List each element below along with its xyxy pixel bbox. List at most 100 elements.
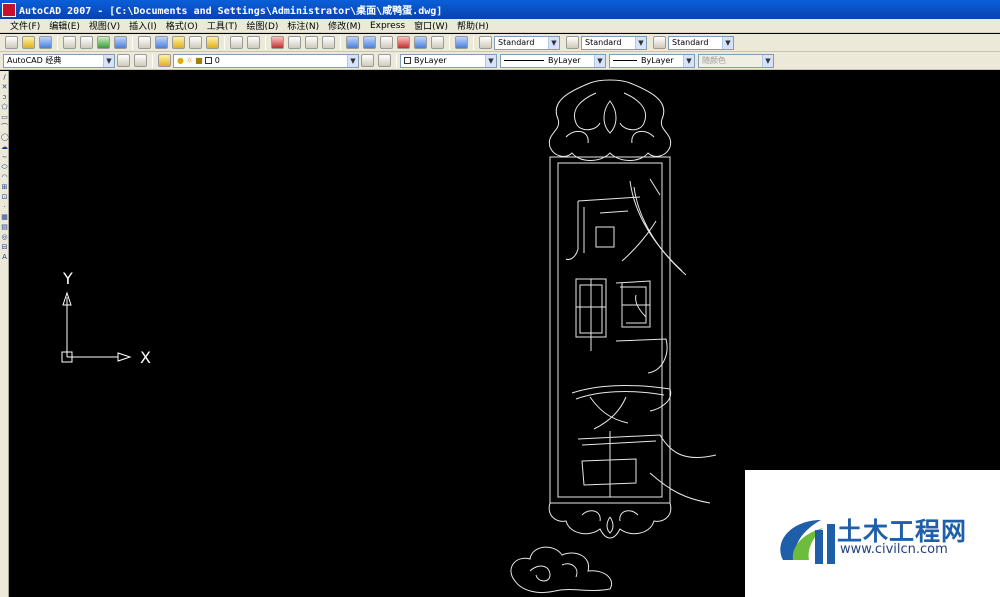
make-object-layer-current-icon[interactable] (361, 54, 374, 67)
plot-icon[interactable] (63, 36, 76, 49)
standard-toolbar: Standard ▼ Standard ▼ Standard ▼ (0, 34, 1000, 52)
ucs-y-label: Y (62, 269, 73, 288)
publish-icon[interactable] (97, 36, 110, 49)
civilcn-watermark: 土木工程网 www.civilcn.com (745, 470, 1000, 597)
tool-palettes-icon[interactable] (380, 36, 393, 49)
plot-style-value: 随颜色 (702, 56, 726, 65)
menu-insert[interactable]: 插入(I) (129, 19, 157, 32)
text-style-select[interactable]: Standard ▼ (494, 35, 560, 50)
sheet-set-icon[interactable] (397, 36, 410, 49)
zoom-previous-icon[interactable] (322, 36, 335, 49)
hatch-icon[interactable]: ▦ (1, 214, 8, 221)
text-style-icon[interactable] (479, 36, 492, 49)
dim-style-value: Standard (585, 38, 622, 47)
line-icon[interactable]: / (1, 74, 8, 81)
menu-format[interactable]: 格式(O) (166, 19, 198, 32)
text-style-value: Standard (498, 38, 535, 47)
table-style-value: Standard (672, 38, 709, 47)
menu-dimension[interactable]: 标注(N) (287, 19, 319, 32)
insert-block-icon[interactable]: ⊞ (1, 184, 8, 191)
arc-icon[interactable]: ⌒ (1, 124, 8, 131)
menu-modify[interactable]: 修改(M) (328, 19, 361, 32)
menu-help[interactable]: 帮助(H) (457, 19, 489, 32)
color-select[interactable]: ByLayer ▼ (400, 53, 497, 68)
ucs-x-label: X (140, 348, 151, 367)
plaque-drawing (510, 79, 717, 594)
layer-freeze-icon: ☼ (185, 56, 194, 65)
chevron-down-icon: ▼ (762, 54, 773, 67)
circle-icon[interactable]: ◯ (1, 134, 9, 141)
layer-color-icon (204, 57, 212, 64)
save-icon[interactable] (39, 36, 52, 49)
window-title: AutoCAD 2007 - [C:\Documents and Setting… (19, 6, 443, 17)
chevron-down-icon: ▼ (594, 54, 605, 67)
ucs-icon (61, 291, 132, 363)
paste-icon[interactable] (172, 36, 185, 49)
region-icon[interactable]: ◎ (1, 234, 8, 241)
zoom-window-icon[interactable] (305, 36, 318, 49)
properties-icon[interactable] (346, 36, 359, 49)
dim-style-select[interactable]: Standard ▼ (581, 35, 647, 50)
polyline-icon[interactable]: ↄ (1, 94, 8, 101)
3d-dwf-icon[interactable] (114, 36, 127, 49)
table-style-select[interactable]: Standard ▼ (668, 35, 734, 50)
undo-icon[interactable] (230, 36, 243, 49)
new-icon[interactable] (5, 36, 18, 49)
open-icon[interactable] (22, 36, 35, 49)
chevron-down-icon: ▼ (683, 54, 694, 67)
markup-icon[interactable] (414, 36, 427, 49)
lineweight-sample-icon (613, 60, 637, 61)
workspace-settings-icon[interactable] (117, 54, 130, 67)
match-properties-icon[interactable] (189, 36, 202, 49)
mtext-icon[interactable]: A (1, 254, 8, 261)
chevron-down-icon: ▼ (347, 54, 358, 67)
dim-style-icon[interactable] (566, 36, 579, 49)
quickcalc-icon[interactable] (431, 36, 444, 49)
watermark-url: www.civilcn.com (840, 542, 948, 557)
workspace-save-icon[interactable] (134, 54, 147, 67)
menu-view[interactable]: 视图(V) (89, 19, 120, 32)
menu-edit[interactable]: 编辑(E) (49, 19, 80, 32)
layer-on-icon: ● (177, 56, 184, 65)
menu-draw[interactable]: 绘图(D) (246, 19, 278, 32)
chevron-down-icon: ▼ (103, 54, 114, 67)
cut-icon[interactable] (138, 36, 151, 49)
menu-window[interactable]: 窗口(W) (414, 19, 448, 32)
redo-icon[interactable] (247, 36, 260, 49)
ellipse-arc-icon[interactable]: ◠ (1, 174, 8, 181)
pan-icon[interactable] (271, 36, 284, 49)
toolbar-separator (152, 53, 153, 68)
polygon-icon[interactable]: ⬠ (1, 104, 8, 111)
menu-file[interactable]: 文件(F) (10, 19, 40, 32)
point-icon[interactable]: · (1, 204, 8, 211)
workspace-select[interactable]: AutoCAD 经典 ▼ (3, 53, 115, 68)
layer-select[interactable]: ● ☼ ■ 0 ▼ (173, 53, 359, 68)
help-icon[interactable] (455, 36, 468, 49)
autocad-app-icon[interactable] (2, 2, 16, 17)
plot-style-select: 随颜色 ▼ (698, 53, 774, 68)
copy-icon[interactable] (155, 36, 168, 49)
menu-tools[interactable]: 工具(T) (207, 19, 238, 32)
xline-icon[interactable]: ✕ (1, 84, 8, 91)
plot-preview-icon[interactable] (80, 36, 93, 49)
chevron-down-icon: ▼ (722, 36, 733, 49)
make-block-icon[interactable]: ⊡ (1, 194, 8, 201)
layer-previous-icon[interactable] (378, 54, 391, 67)
ellipse-icon[interactable]: ⬭ (1, 164, 8, 171)
toolbar-separator (132, 35, 133, 50)
table-style-icon[interactable] (653, 36, 666, 49)
spline-icon[interactable]: ∼ (1, 154, 8, 161)
block-editor-icon[interactable] (206, 36, 219, 49)
layer-manager-icon[interactable] (158, 54, 171, 67)
lineweight-select[interactable]: ByLayer ▼ (609, 53, 695, 68)
table-icon[interactable]: ⊟ (1, 244, 8, 251)
zoom-realtime-icon[interactable] (288, 36, 301, 49)
menu-express[interactable]: Express (370, 21, 405, 31)
revcloud-icon[interactable]: ☁ (1, 144, 8, 151)
linetype-select[interactable]: ByLayer ▼ (500, 53, 606, 68)
rectangle-icon[interactable]: ▭ (1, 114, 8, 121)
workspace-value: AutoCAD 经典 (7, 56, 62, 65)
design-center-icon[interactable] (363, 36, 376, 49)
gradient-icon[interactable]: ▤ (1, 224, 8, 231)
layers-properties-toolbar: AutoCAD 经典 ▼ ● ☼ ■ 0 ▼ ByLayer ▼ ByLayer… (0, 52, 1000, 70)
